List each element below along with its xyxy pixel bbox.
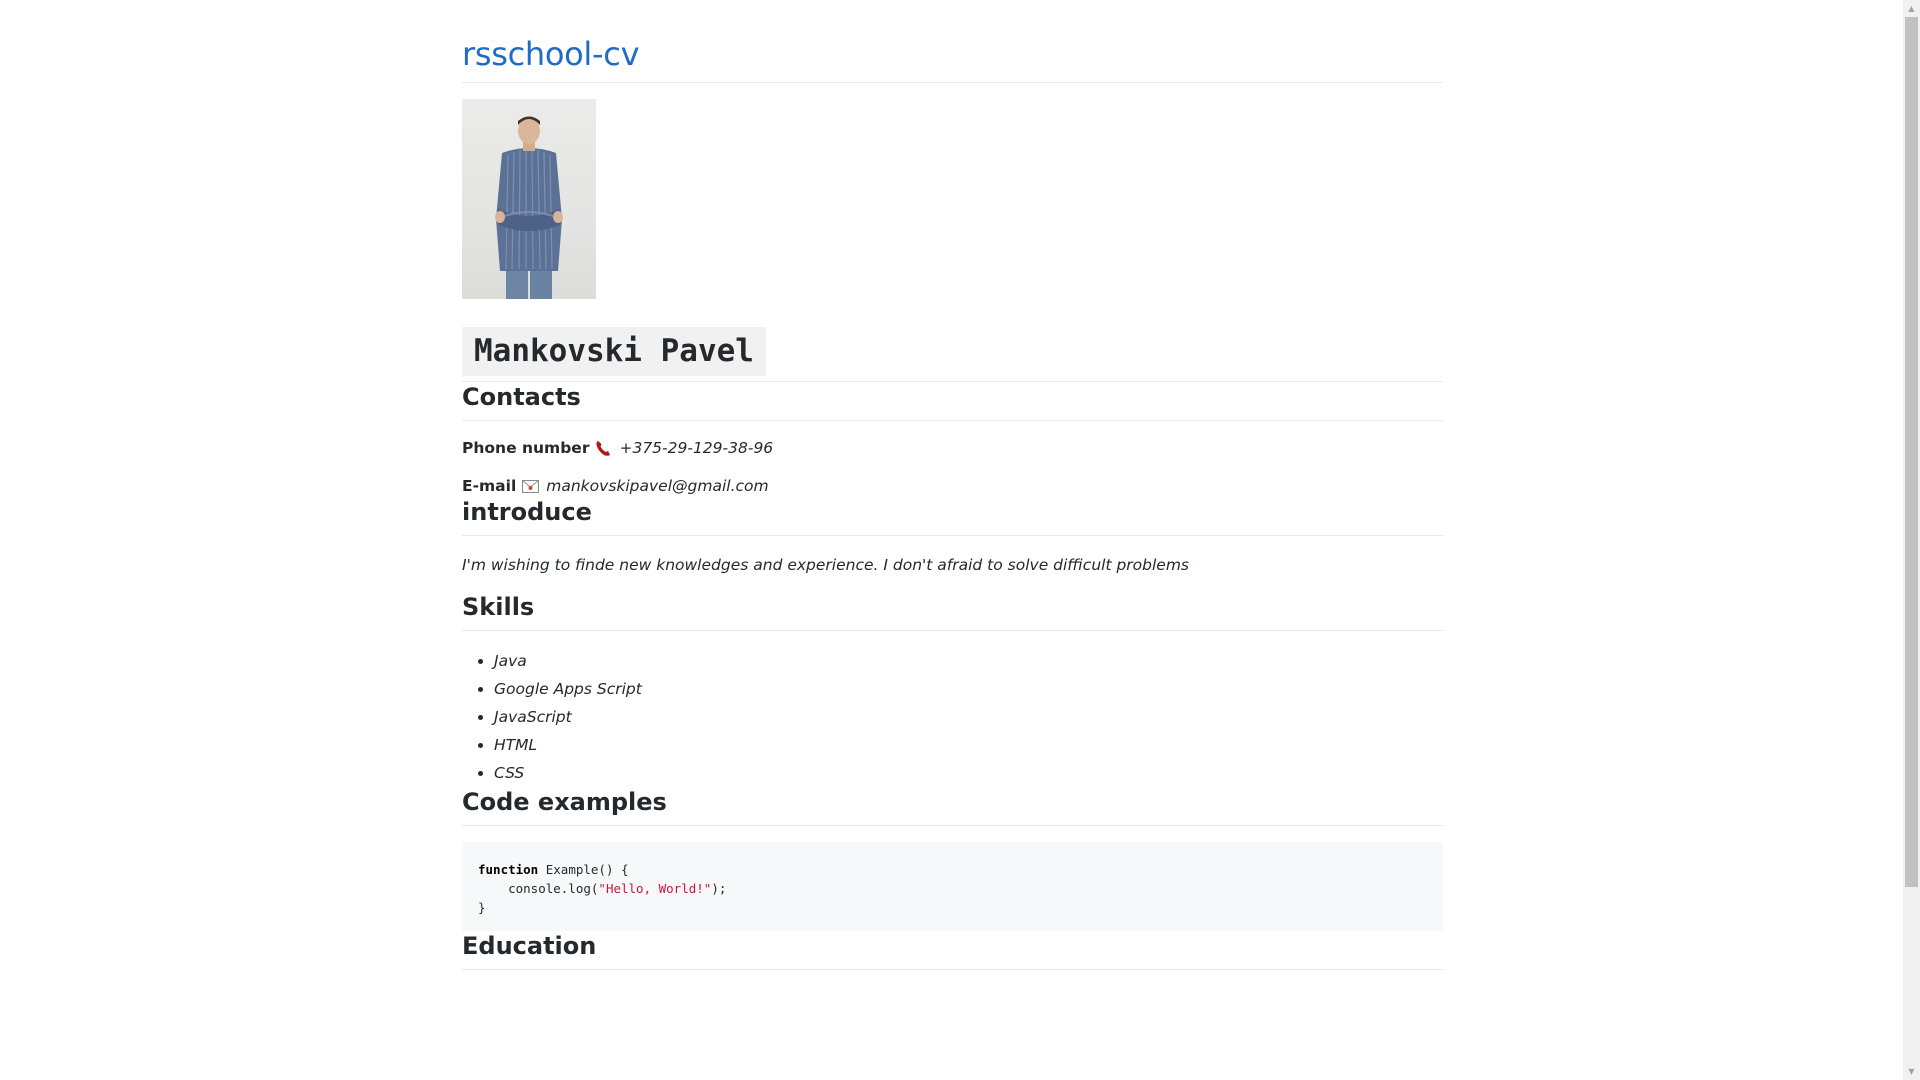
email-value[interactable]: mankovskipavel@gmail.com — [546, 475, 768, 497]
code-examples-heading: Code examples — [462, 787, 1443, 826]
code-keyword: function — [478, 861, 539, 877]
vertical-scrollbar[interactable]: ▲ ▼ — [1903, 0, 1920, 1080]
phone-icon — [595, 440, 612, 457]
code-fn: Example() { — [538, 861, 629, 877]
list-item: Google Apps Script — [494, 675, 1443, 703]
code-line2-post: ); — [711, 880, 727, 896]
email-icon — [522, 479, 540, 493]
introduce-heading: introduce — [462, 497, 1443, 536]
title-divider — [462, 82, 1443, 83]
phone-value: +375-29-129-38-96 — [619, 439, 774, 457]
code-line2-pre: console.log( — [478, 880, 599, 896]
list-item: CSS — [494, 759, 1443, 787]
code-block: function Example() { console.log("Hello,… — [462, 841, 1443, 931]
profile-name: Mankovski Pavel — [462, 327, 766, 376]
contacts-heading: Contacts — [462, 382, 1443, 421]
code-string: "Hello, World!" — [598, 880, 712, 896]
cv-page: rsschool-cv Mankovski Pavel Contacts Pho… — [462, 0, 1443, 970]
site-title-link[interactable]: rsschool-cv — [462, 34, 1443, 74]
skills-list: Java Google Apps Script JavaScript HTML … — [462, 647, 1443, 787]
introduce-text: I'm wishing to finde new knowledges and … — [462, 556, 1190, 574]
list-item: Java — [494, 647, 1443, 675]
email-row: E-mail mankovskipavel@gmail.com — [462, 475, 1443, 497]
phone-row: Phone number +375-29-129-38-96 — [462, 437, 1443, 459]
scroll-down-arrow-icon[interactable]: ▼ — [1903, 1063, 1920, 1080]
list-item: JavaScript — [494, 703, 1443, 731]
scrollbar-thumb[interactable] — [1905, 17, 1918, 887]
skills-heading: Skills — [462, 592, 1443, 631]
phone-label: Phone number — [462, 439, 590, 457]
education-heading: Education — [462, 931, 1443, 970]
list-item: HTML — [494, 731, 1443, 759]
profile-photo — [462, 99, 596, 299]
person-photo-icon — [495, 116, 563, 299]
name-heading: Mankovski Pavel — [462, 327, 1443, 382]
email-label: E-mail — [462, 477, 517, 495]
code-line3: } — [478, 899, 486, 915]
scroll-up-arrow-icon[interactable]: ▲ — [1903, 0, 1920, 17]
